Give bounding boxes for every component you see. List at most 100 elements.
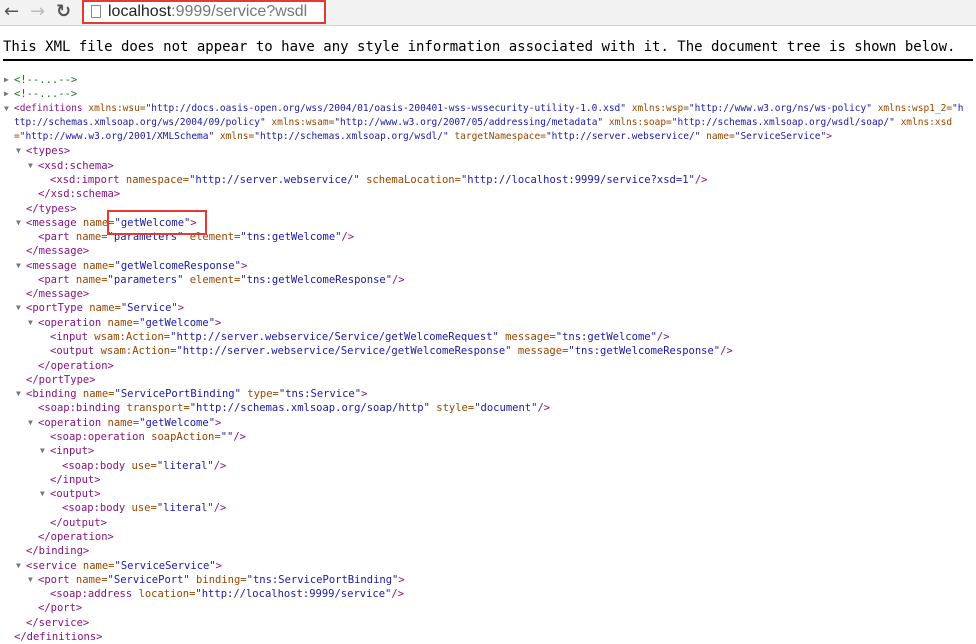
address-bar[interactable]: localhost:9999/service?wsdl (82, 0, 326, 24)
xml-tag: <soap:body (62, 502, 126, 515)
xml-line: ▼ <message name="getWelcomeResponse"> (16, 259, 247, 273)
xml-attribute-value: "tns:getWelcomeResponse" (240, 273, 393, 286)
collapse-triangle-icon[interactable]: ▼ (16, 559, 21, 573)
collapse-triangle-icon[interactable]: ▼ (16, 216, 21, 230)
xml-attribute-value: "http://schemas.xmlsoap.org/soap/http" (189, 402, 430, 415)
xml-attribute-name: wsam:Action= (87, 331, 171, 344)
xml-attribute-value: "http://server.webservice/" (545, 131, 701, 143)
xml-tag: </message> (26, 288, 90, 301)
arrow-left-icon[interactable]: ← (4, 1, 19, 23)
xml-attribute-name: name= (700, 131, 735, 143)
xml-line: </port> (38, 601, 82, 615)
xml-attribute-name: name= (76, 259, 115, 272)
xml-tag: <part (38, 231, 70, 244)
xml-line: ▼ <operation name="getWelcome"> (28, 316, 222, 330)
xml-line: ▼ <definitions xmlns:wsu="http://docs.oas… (4, 102, 968, 145)
xml-attribute-name: name= (101, 416, 140, 429)
xml-tag: > (826, 131, 832, 143)
collapse-triangle-icon[interactable]: ▼ (40, 444, 45, 458)
xml-tag: /> (537, 402, 551, 415)
xml-tag: </types> (26, 202, 77, 215)
browser-toolbar: ← → ↻ localhost:9999/service?wsdl (0, 0, 976, 26)
xml-line: </output> (50, 516, 107, 530)
xml-attribute-value: "http://docs.oasis-open.org/wss/2004/01/… (145, 102, 626, 114)
xml-attribute-name: name= (69, 273, 108, 286)
xml-tag: <message (26, 216, 77, 229)
url-text[interactable]: localhost:9999/service?wsdl (108, 2, 307, 22)
xml-attribute-name: use= (125, 459, 157, 472)
collapse-triangle-icon[interactable]: ▼ (28, 573, 33, 587)
xml-tag: <portType (26, 302, 83, 315)
reload-icon[interactable]: ↻ (56, 1, 71, 23)
xml-tag: > (398, 573, 405, 586)
xml-line: ▼ <service name="ServiceService"> (16, 559, 222, 573)
collapse-triangle-icon[interactable]: ▼ (16, 259, 21, 273)
xml-tag: </input> (50, 473, 101, 486)
url-path: :9999/service?wsdl (171, 3, 308, 20)
xml-tag: > (215, 559, 222, 572)
xml-line: ▼ <operation name="getWelcome"> (28, 416, 221, 430)
xml-tag: <xsd:schema> (38, 159, 114, 172)
xml-tag: > (215, 316, 222, 329)
xml-tag: </definitions> (14, 630, 103, 643)
url-host: localhost (108, 3, 172, 20)
xml-tag: <part (38, 273, 70, 286)
xml-attribute-value: "parameters" (107, 273, 184, 286)
xml-tag: </binding> (26, 545, 90, 558)
xml-tag: </service> (26, 616, 90, 629)
xml-tag: /> (656, 331, 670, 344)
xml-tag: <soap:binding (38, 402, 121, 415)
xml-tag: </output> (50, 516, 107, 529)
arrow-right-icon[interactable]: → (30, 1, 45, 23)
xml-comment: <!--...--> (14, 88, 78, 101)
xml-comment: <!--...--> (14, 74, 78, 86)
collapse-triangle-icon[interactable]: ▼ (16, 387, 21, 401)
xml-line: </message> (26, 287, 89, 301)
xml-tag: <soap:body (62, 459, 126, 472)
xml-tag: /> (213, 502, 227, 515)
xml-tag: <message (26, 259, 77, 272)
xml-tag: </operation> (38, 530, 114, 543)
xml-attribute-name: location= (132, 588, 196, 601)
collapse-triangle-icon[interactable]: ▼ (28, 159, 33, 173)
xml-line: <soap:operation soapAction=""/> (50, 430, 246, 444)
xml-attribute-value: "document" (474, 402, 538, 415)
xml-tag: /> (391, 588, 405, 601)
xml-line: ▼ <port name="ServicePort" binding="tns:S… (28, 573, 405, 587)
xml-tag: </message> (26, 245, 90, 258)
collapse-triangle-icon[interactable]: ▼ (16, 144, 21, 158)
xml-attribute-name: wsam:Action= (94, 345, 177, 358)
xml-line: ▼ <input> (40, 444, 94, 458)
collapse-triangle-icon[interactable]: ▼ (40, 487, 45, 501)
xml-tag: <binding (26, 388, 77, 401)
xml-attribute-name: name= (76, 388, 115, 401)
xml-attribute-value: "Service" (120, 302, 178, 315)
xml-attribute-name: xmlns:wsp= (626, 102, 689, 114)
collapse-triangle-icon[interactable]: ▼ (28, 416, 33, 430)
xml-tag: </xsd:schema> (38, 188, 121, 201)
xml-attribute-value: "ServiceService" (734, 131, 827, 143)
xml-line: </message> (26, 244, 89, 258)
xml-attribute-name: style= (429, 402, 475, 415)
xml-attribute-name: message= (511, 345, 569, 358)
xml-tag: </portType> (26, 373, 96, 386)
xml-line: <output wsam:Action="http://server.webse… (50, 344, 733, 358)
xml-line: <input wsam:Action="http://server.webser… (50, 330, 670, 344)
xml-attribute-name: namespace= (119, 173, 190, 186)
xml-line: <xsd:import namespace="http://server.web… (50, 173, 708, 187)
xml-attribute-value: "literal" (156, 502, 214, 515)
xml-attribute-value: "http://www.w3.org/ns/ws-policy" (688, 102, 872, 114)
xml-tag: </operation> (38, 359, 114, 372)
xml-attribute-name: use= (125, 502, 157, 515)
collapse-triangle-icon[interactable]: ▼ (16, 301, 21, 315)
xml-tag: <service (26, 559, 77, 572)
divider (3, 59, 973, 61)
collapse-triangle-icon[interactable]: ▼ (28, 316, 33, 330)
collapse-triangle-icon[interactable]: ▼ (4, 102, 9, 116)
expand-triangle-icon[interactable]: ▶ (4, 73, 9, 87)
xml-attribute-value: "getWelcome" (139, 416, 216, 429)
xml-attribute-value: "http://www.w3.org/2001/XMLSchema" (19, 131, 215, 143)
xml-tag: /> (341, 231, 355, 244)
expand-triangle-icon[interactable]: ▶ (4, 87, 9, 101)
page-icon (91, 5, 101, 18)
